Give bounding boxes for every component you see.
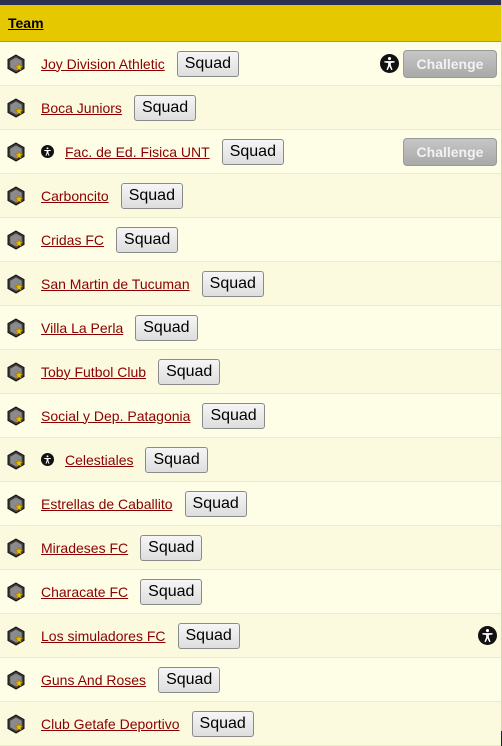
squad-button[interactable]: Squad bbox=[221, 138, 284, 165]
team-badge-icon bbox=[6, 141, 26, 162]
squad-button[interactable]: Squad bbox=[145, 446, 208, 473]
squad-button[interactable]: Squad bbox=[184, 490, 247, 517]
accessibility-icon bbox=[478, 626, 497, 645]
squad-button[interactable]: Squad bbox=[158, 358, 221, 385]
team-name-link[interactable]: Carboncito bbox=[41, 188, 109, 204]
squad-button[interactable]: Squad bbox=[201, 270, 264, 297]
table-row: Cridas FC Squad bbox=[0, 218, 501, 262]
accessibility-icon bbox=[41, 453, 54, 466]
team-badge-icon bbox=[6, 97, 26, 118]
team-name-link[interactable]: Characate FC bbox=[41, 584, 128, 600]
team-badge-icon bbox=[6, 581, 26, 602]
team-badge-icon bbox=[6, 229, 26, 250]
team-badge-icon bbox=[6, 625, 26, 646]
table-row: Social y Dep. Patagonia Squad bbox=[0, 394, 501, 438]
squad-button[interactable]: Squad bbox=[202, 402, 265, 429]
squad-button[interactable]: Squad bbox=[133, 94, 197, 121]
row-actions: Challenge bbox=[380, 42, 497, 85]
team-badge-icon bbox=[6, 669, 26, 690]
squad-button[interactable]: Squad bbox=[176, 50, 239, 77]
team-badge-icon bbox=[6, 317, 26, 338]
squad-button[interactable]: Squad bbox=[116, 226, 179, 253]
row-actions bbox=[478, 614, 497, 657]
team-name-link[interactable]: Toby Futbol Club bbox=[41, 364, 146, 380]
team-badge-icon bbox=[6, 53, 26, 74]
table-row: Los simuladores FC Squad bbox=[0, 614, 501, 658]
table-row: Toby Futbol Club Squad bbox=[0, 350, 501, 394]
team-badge-icon bbox=[6, 449, 26, 470]
table-row: Carboncito Squad bbox=[0, 174, 501, 218]
squad-button[interactable]: Squad bbox=[158, 666, 221, 693]
team-name-link[interactable]: Villa La Perla bbox=[41, 320, 123, 336]
team-name-link[interactable]: Fac. de Ed. Fisica UNT bbox=[65, 144, 210, 160]
row-actions: Challenge bbox=[399, 130, 497, 173]
team-name-link[interactable]: Joy Division Athletic bbox=[41, 56, 165, 72]
challenge-button[interactable]: Challenge bbox=[403, 137, 497, 166]
team-name-link[interactable]: San Martin de Tucuman bbox=[41, 276, 190, 292]
team-name-link[interactable]: Celestiales bbox=[65, 452, 133, 468]
table-row: Club Getafe Deportivo Squad bbox=[0, 702, 501, 746]
team-badge-icon bbox=[6, 361, 26, 382]
team-column-header[interactable]: Team bbox=[8, 15, 44, 31]
table-row: Boca Juniors Squad bbox=[0, 86, 501, 130]
table-row: Guns And Roses Squad bbox=[0, 658, 501, 702]
squad-button[interactable]: Squad bbox=[135, 314, 198, 341]
team-name-link[interactable]: Miradeses FC bbox=[41, 540, 128, 556]
table-row: Characate FC Squad bbox=[0, 570, 501, 614]
team-rows: Joy Division Athletic Squad Challenge Boca … bbox=[0, 42, 501, 746]
squad-button[interactable]: Squad bbox=[177, 622, 240, 649]
challenge-button[interactable]: Challenge bbox=[403, 49, 497, 78]
squad-button[interactable]: Squad bbox=[140, 534, 203, 561]
team-badge-icon bbox=[6, 493, 26, 514]
table-row: San Martin de Tucuman Squad bbox=[0, 262, 501, 306]
team-badge-icon bbox=[6, 537, 26, 558]
team-badge-icon bbox=[6, 185, 26, 206]
table-row: Fac. de Ed. Fisica UNT Squad Challenge bbox=[0, 130, 501, 174]
table-row: Villa La Perla Squad bbox=[0, 306, 501, 350]
team-badge-icon bbox=[6, 273, 26, 294]
team-name-link[interactable]: Estrellas de Caballito bbox=[41, 496, 173, 512]
team-list-panel: Team Joy Division Athletic Squad Challenge… bbox=[0, 0, 502, 746]
team-badge-icon bbox=[6, 405, 26, 426]
team-name-link[interactable]: Los simuladores FC bbox=[41, 628, 166, 644]
team-name-link[interactable]: Club Getafe Deportivo bbox=[41, 716, 180, 732]
table-row: Joy Division Athletic Squad Challenge bbox=[0, 42, 501, 86]
squad-button[interactable]: Squad bbox=[140, 578, 203, 605]
team-name-link[interactable]: Social y Dep. Patagonia bbox=[41, 408, 190, 424]
table-header: Team bbox=[0, 5, 501, 42]
table-row: Estrellas de Caballito Squad bbox=[0, 482, 501, 526]
squad-button[interactable]: Squad bbox=[191, 710, 254, 737]
accessibility-icon bbox=[41, 145, 54, 158]
table-row: Celestiales Squad bbox=[0, 438, 501, 482]
team-name-link[interactable]: Cridas FC bbox=[41, 232, 104, 248]
team-name-link[interactable]: Guns And Roses bbox=[41, 672, 146, 688]
table-row: Miradeses FC Squad bbox=[0, 526, 501, 570]
team-name-link[interactable]: Boca Juniors bbox=[41, 100, 122, 116]
accessibility-icon bbox=[380, 54, 399, 73]
squad-button[interactable]: Squad bbox=[120, 182, 183, 209]
